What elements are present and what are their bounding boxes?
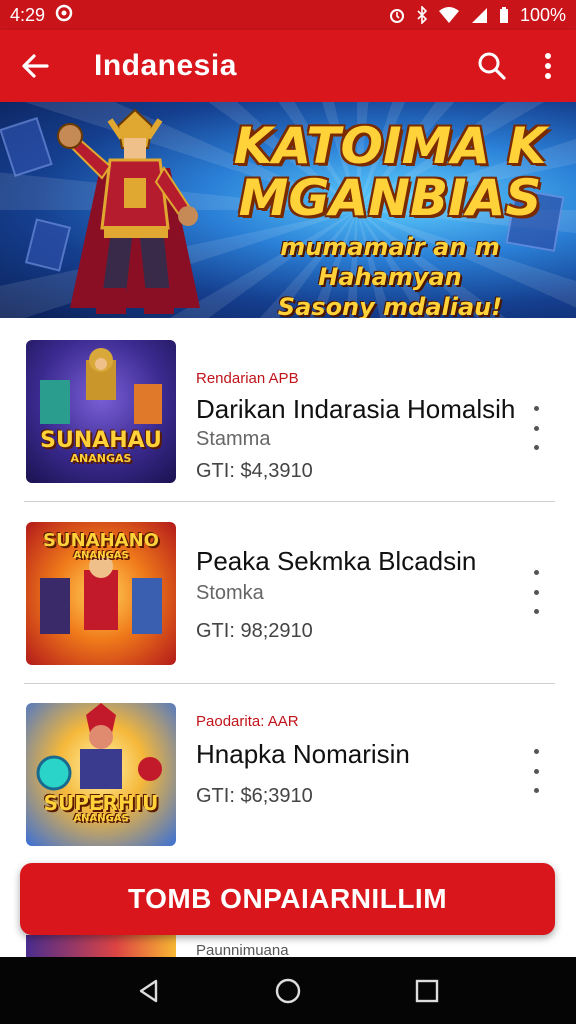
item-more-button[interactable] <box>524 570 548 614</box>
divider <box>24 501 555 502</box>
alarm-icon <box>389 9 404 23</box>
thumbnail-logo: SUPERHIU <box>43 791 159 815</box>
wifi-icon <box>438 7 459 23</box>
list-item[interactable]: SUNAHANO ANANGAS Peaka Sekmka Blcadsin S… <box>24 522 554 704</box>
triangle-back-icon <box>140 979 158 1002</box>
more-vert-icon <box>533 406 539 411</box>
peek-item-thumbnail <box>26 935 176 957</box>
notification-icon <box>55 4 73 27</box>
thumbnail-logo-sub: ANANGAS <box>73 550 129 561</box>
primary-cta-button[interactable]: TOMB ONPAIARNILLIM <box>20 863 555 935</box>
item-more-button[interactable] <box>524 406 548 450</box>
signal-icon <box>471 8 487 23</box>
item-title: Darikan Indarasia Homalsih <box>196 394 516 424</box>
item-price: GTI: $6;3910 <box>196 785 313 807</box>
battery-percent: 100% <box>519 4 566 25</box>
item-price: GTI: $4,3910 <box>196 460 313 482</box>
item-thumbnail: SUPERHIU ANANGAS <box>26 703 176 846</box>
promo-banner[interactable]: KATOIMA K MGANBIAS mumamair an m Hahamya… <box>0 102 576 318</box>
item-price: GTI: 98;2910 <box>196 620 313 642</box>
item-subtitle: Stomka <box>196 582 264 604</box>
dot <box>533 425 539 431</box>
list-item[interactable]: SUNAHAU ANANGAS Rendarian APB Darikan In… <box>24 340 554 522</box>
status-time: 4:29 <box>10 4 46 25</box>
dot <box>533 445 539 450</box>
banner-headline-line2: MGANBIAS <box>238 169 542 227</box>
nav-home-button[interactable] <box>268 971 308 1011</box>
banner-headline: KATOIMA K MGANBIAS <box>210 120 570 224</box>
item-thumbnail: SUNAHAU ANANGAS <box>26 340 176 483</box>
item-title: Peaka Sekmka Blcadsin <box>196 546 477 576</box>
item-thumbnail: SUNAHANO ANANGAS <box>26 522 176 665</box>
battery-icon <box>499 7 508 23</box>
thumbnail-logo-sub: ANANGAS <box>70 452 132 465</box>
system-nav-bar <box>0 957 576 1024</box>
circle-home-icon <box>275 978 301 1003</box>
dot <box>533 609 539 614</box>
more-vert-icon <box>545 53 551 79</box>
square-recents-icon <box>415 979 438 1002</box>
more-vert-icon <box>533 570 539 575</box>
back-button[interactable] <box>0 30 70 102</box>
dot <box>533 788 539 793</box>
item-title: Hnapka Nomarisin <box>196 739 410 769</box>
item-tag: Rendarian APB <box>196 370 299 387</box>
list-item[interactable]: SUPERHIU ANANGAS Paodarita: AAR Hnapka N… <box>24 703 554 885</box>
banner-headline-line1: KATOIMA K <box>233 117 547 175</box>
hero-illustration <box>57 108 200 314</box>
nav-back-button[interactable] <box>129 971 169 1011</box>
dot <box>533 768 539 774</box>
item-more-button[interactable] <box>524 749 548 793</box>
divider <box>24 683 555 684</box>
thumbnail-logo-sub: ANANGAS <box>73 813 129 824</box>
arrow-left-icon <box>22 54 49 78</box>
thumbnail-art <box>36 703 162 791</box>
banner-subline-line1: mumamair an m Hahamyan <box>280 233 500 291</box>
more-vert-icon <box>533 749 539 754</box>
banner-subline: mumamair an m Hahamyan Sasony mdaliau! <box>210 232 570 318</box>
item-tag: Paodarita: AAR <box>196 713 299 730</box>
banner-subline-line2: Sasony mdaliau! <box>277 293 503 318</box>
status-bar: 4:29 100% <box>0 0 576 30</box>
page-title: Indanesia <box>94 49 237 82</box>
dot <box>533 589 539 595</box>
bluetooth-icon <box>417 6 428 24</box>
thumbnail-logo: SUNAHANO <box>43 530 159 551</box>
item-subtitle: Stamma <box>196 428 271 450</box>
search-icon <box>478 52 506 80</box>
status-icons: 100% <box>388 5 566 26</box>
search-button[interactable] <box>464 30 520 102</box>
nav-recents-button[interactable] <box>407 971 447 1011</box>
thumbnail-logo: SUNAHAU <box>40 428 162 453</box>
app-bar: Indanesia <box>0 30 576 102</box>
overflow-menu-button[interactable] <box>520 30 576 102</box>
